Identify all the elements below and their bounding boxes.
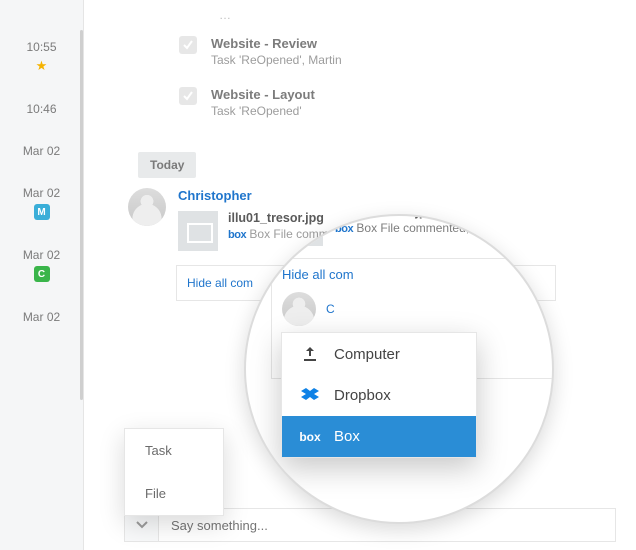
image-icon xyxy=(178,211,218,251)
hide-comments-link[interactable]: Hide all com xyxy=(187,276,253,290)
upload-source-box[interactable]: box Box xyxy=(282,416,476,457)
activity-feed: … Website - Review Task 'ReOpened', Mart… xyxy=(84,0,636,550)
time-entry[interactable]: Mar 02 xyxy=(0,134,83,176)
today-badge: Today xyxy=(138,152,196,178)
box-logo-icon: box xyxy=(335,223,353,235)
upload-source-menu[interactable]: Computer Dropbox box Box xyxy=(281,332,477,458)
checkbox-icon[interactable] xyxy=(179,36,197,54)
upload-icon xyxy=(298,345,322,363)
time-label: 10:46 xyxy=(0,102,83,116)
time-entry[interactable]: 10:46 xyxy=(0,92,83,134)
comment-author[interactable]: Christopher xyxy=(178,188,395,203)
attach-type-file[interactable]: File xyxy=(125,472,223,515)
comment-initial: C xyxy=(326,302,335,316)
time-entry[interactable]: Mar 02 xyxy=(0,300,83,342)
time-label: Mar 02 xyxy=(0,186,83,200)
open-link[interactable]: Open xyxy=(472,221,501,235)
star-icon: ★ xyxy=(36,58,48,74)
checkbox-icon[interactable] xyxy=(179,87,197,105)
image-icon xyxy=(281,214,323,246)
menu-item-label: Dropbox xyxy=(334,387,391,404)
task-row[interactable]: Website - Layout Task 'ReOpened' xyxy=(124,87,616,118)
time-label: 10:55 xyxy=(0,40,83,54)
magnifier-overlay: illu01_tresor.jpg box Box File commented… xyxy=(244,214,554,524)
task-row[interactable]: Website - Review Task 'ReOpened', Martin xyxy=(124,36,616,67)
timeline-sidebar: 10:55 ★ 10:46 Mar 02 Mar 02 M Mar 02 C M… xyxy=(0,0,84,550)
task-title: Website - Layout xyxy=(211,87,315,102)
attach-type-task[interactable]: Task xyxy=(125,429,223,472)
dropbox-icon xyxy=(298,388,322,404)
file-status-line: box Box File commented, Open xyxy=(335,221,502,235)
truncated-header: … xyxy=(124,8,616,36)
menu-item-label: Box xyxy=(334,428,360,445)
time-label: Mar 02 xyxy=(0,310,83,324)
task-subtitle: Task 'ReOpened', Martin xyxy=(211,53,342,67)
time-entry[interactable]: 10:55 ★ xyxy=(0,30,83,92)
user-badge-c: C xyxy=(34,266,50,282)
file-attachment[interactable]: illu01_tresor.jpg box Box File commented… xyxy=(244,214,554,246)
avatar[interactable] xyxy=(128,188,166,226)
task-title: Website - Review xyxy=(211,36,342,51)
time-entry[interactable]: Mar 02 C xyxy=(0,238,83,300)
user-badge-m: M xyxy=(34,204,50,220)
avatar[interactable] xyxy=(282,292,316,326)
box-logo-icon: box xyxy=(228,229,246,241)
box-logo-icon: box xyxy=(298,430,322,444)
sidebar-scrollbar[interactable] xyxy=(80,30,83,400)
upload-source-dropbox[interactable]: Dropbox xyxy=(282,375,476,416)
menu-item-label: Computer xyxy=(334,346,400,363)
time-entry[interactable]: Mar 02 M xyxy=(0,176,83,238)
attach-type-menu[interactable]: Task File xyxy=(124,428,224,516)
hide-comments-link[interactable]: Hide all com xyxy=(282,267,554,282)
time-label: Mar 02 xyxy=(0,248,83,262)
time-label: Mar 02 xyxy=(0,144,83,158)
upload-source-computer[interactable]: Computer xyxy=(282,333,476,375)
task-subtitle: Task 'ReOpened' xyxy=(211,104,315,118)
